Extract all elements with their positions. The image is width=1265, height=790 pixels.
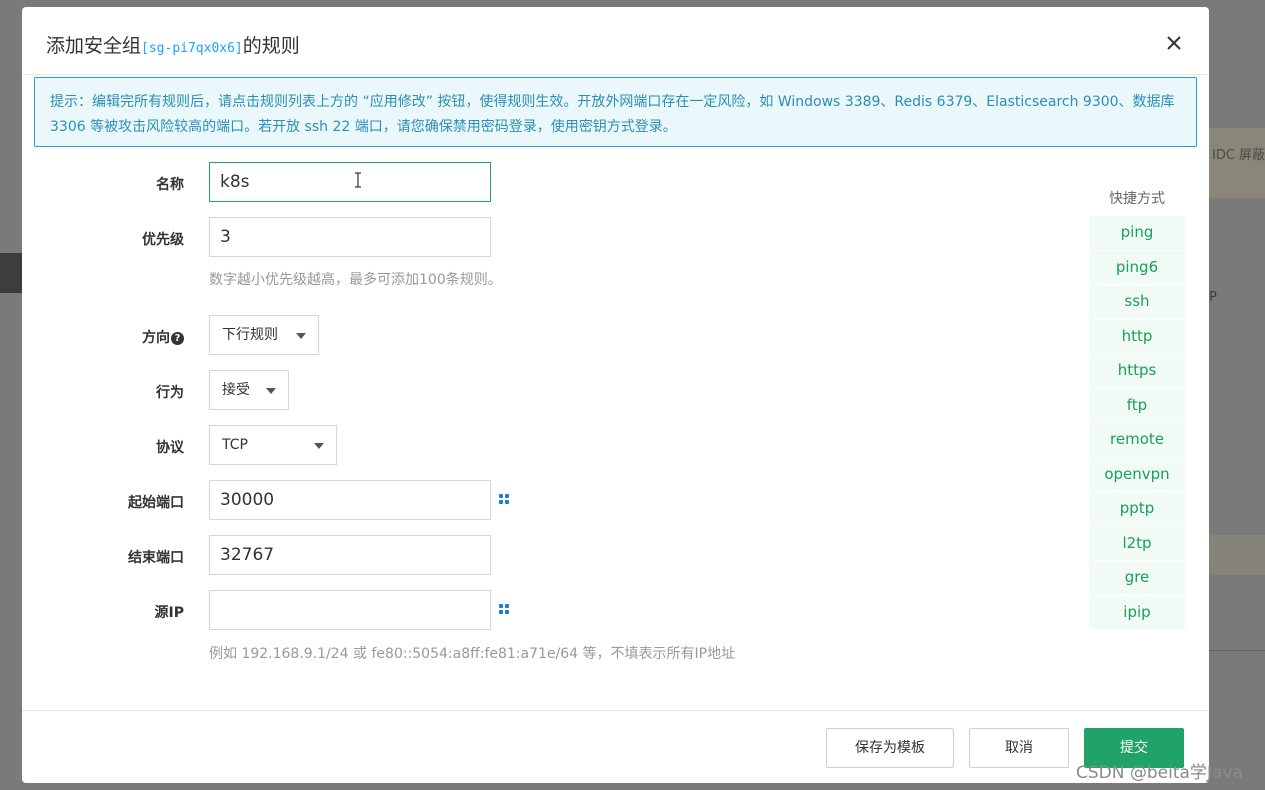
add-rule-modal: 添加安全组[sg-pi7qx0x6]的规则 提示：编辑完所有规则后，请点击规则列…: [22, 7, 1209, 783]
watermark: CSDN @beita学Java: [1076, 763, 1243, 783]
ip-picker-icon[interactable]: [499, 604, 509, 614]
shortcut-ftp[interactable]: ftp: [1089, 388, 1185, 423]
shortcut-ping[interactable]: ping: [1089, 216, 1185, 251]
modal-title-suffix: 的规则: [242, 35, 300, 57]
notice-banner: 提示：编辑完所有规则后，请点击规则列表上方的 “应用修改” 按钮，使得规则生效。…: [34, 77, 1197, 147]
cancel-button[interactable]: 取消: [969, 728, 1069, 768]
action-select[interactable]: 接受: [209, 370, 289, 410]
source-ip-input[interactable]: [209, 590, 491, 630]
shortcut-openvpn[interactable]: openvpn: [1089, 457, 1185, 492]
protocol-label: 协议: [156, 440, 184, 456]
modal-footer: 保存为模板 取消 提交: [22, 710, 1209, 783]
shortcut-https[interactable]: https: [1089, 354, 1185, 389]
start-port-label: 起始端口: [128, 495, 184, 511]
shortcut-remote[interactable]: remote: [1089, 423, 1185, 458]
source-ip-hint: 例如 192.168.9.1/24 或 fe80::5054:a8ff:fe81…: [209, 646, 736, 662]
protocol-select[interactable]: TCP: [209, 425, 337, 465]
direction-value: 下行规则: [222, 327, 278, 343]
shortcut-http[interactable]: http: [1089, 319, 1185, 354]
chevron-down-icon: [296, 333, 306, 339]
name-input[interactable]: k8s: [209, 162, 491, 202]
shortcut-pptp[interactable]: pptp: [1089, 492, 1185, 527]
port-picker-icon[interactable]: [499, 494, 509, 504]
end-port-label: 结束端口: [128, 550, 184, 566]
save-as-template-button[interactable]: 保存为模板: [826, 728, 954, 768]
priority-input[interactable]: 3: [209, 217, 491, 257]
modal-title: 添加安全组[sg-pi7qx0x6]的规则: [46, 31, 300, 58]
action-value: 接受: [222, 382, 250, 398]
close-icon[interactable]: [1165, 34, 1183, 52]
chevron-down-icon: [266, 388, 276, 394]
direction-label-text: 方向: [142, 330, 170, 346]
background-column-header: P: [1209, 290, 1217, 305]
start-port-input[interactable]: 30000: [209, 480, 491, 520]
modal-title-prefix: 添加安全组: [46, 35, 142, 57]
protocol-value: TCP: [222, 437, 248, 453]
background-sidebar-strip: [0, 253, 22, 293]
background-card-2: [1209, 535, 1265, 575]
background-divider: [1209, 650, 1265, 651]
source-ip-label: 源IP: [154, 605, 184, 621]
priority-hint: 数字越小优先级越高，最多可添加100条规则。: [209, 272, 502, 288]
end-port-input[interactable]: 32767: [209, 535, 491, 575]
shortcut-ssh[interactable]: ssh: [1089, 285, 1185, 320]
background-card: [1209, 128, 1265, 198]
name-label: 名称: [156, 177, 184, 193]
shortcut-gre[interactable]: gre: [1089, 561, 1185, 596]
action-label: 行为: [156, 385, 184, 401]
security-group-id: [sg-pi7qx0x6]: [141, 41, 243, 56]
text-cursor-icon: [355, 172, 361, 188]
shortcut-l2tp[interactable]: l2tp: [1089, 526, 1185, 561]
help-icon[interactable]: ?: [171, 332, 184, 345]
priority-label: 优先级: [142, 232, 184, 248]
direction-label: 方向?: [112, 327, 184, 347]
chevron-down-icon: [314, 443, 324, 449]
shortcut-list: ping ping6 ssh http https ftp remote ope…: [1089, 216, 1185, 630]
shortcut-ipip[interactable]: ipip: [1089, 595, 1185, 630]
background-card-text: IDC 屏蔽: [1212, 148, 1265, 163]
shortcut-ping6[interactable]: ping6: [1089, 250, 1185, 285]
modal-header: 添加安全组[sg-pi7qx0x6]的规则: [22, 7, 1209, 75]
direction-select[interactable]: 下行规则: [209, 315, 319, 355]
shortcuts-title: 快捷方式: [1109, 191, 1165, 207]
